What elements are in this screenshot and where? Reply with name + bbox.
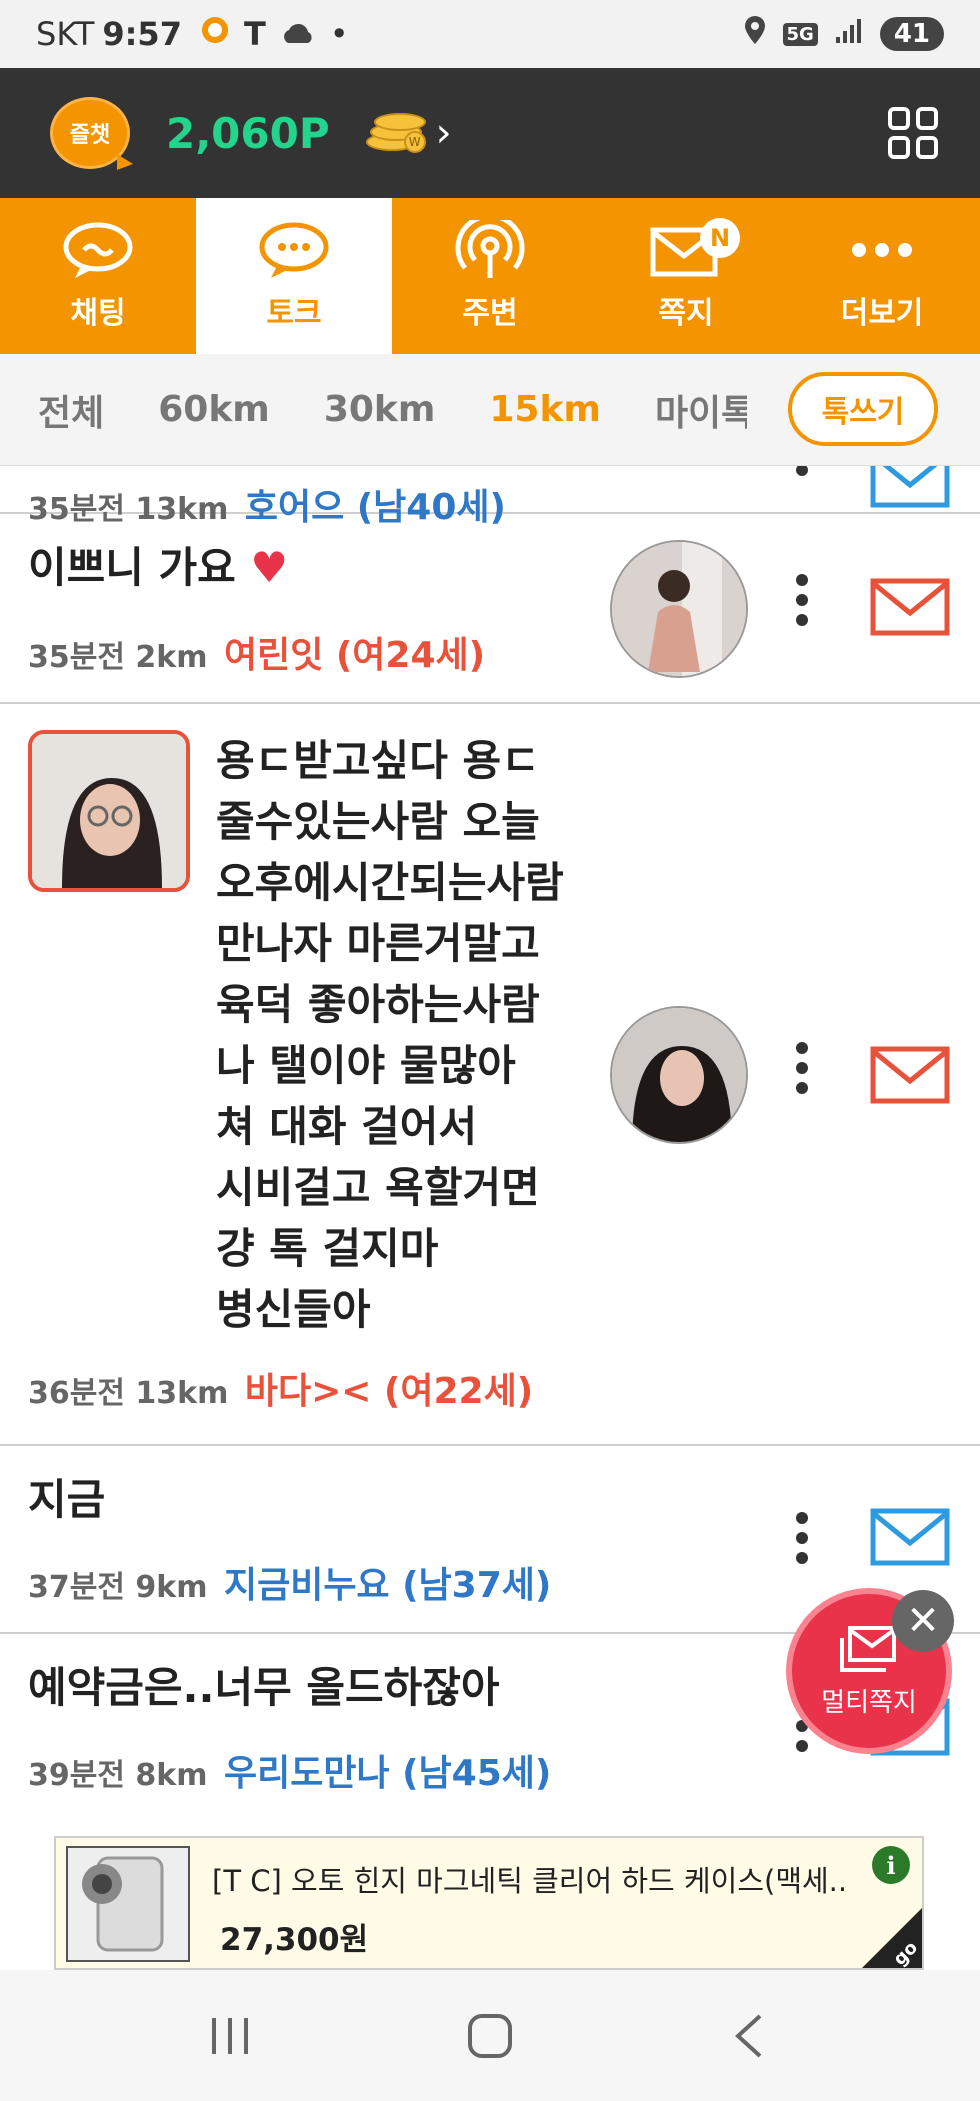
t-app-icon: T <box>243 15 266 53</box>
cloud-icon <box>280 15 316 53</box>
home-icon[interactable] <box>460 2006 520 2066</box>
ad-product-image[interactable] <box>66 1846 190 1962</box>
distance-filter-bar: 전체 60km 30km 15km 마이톡 톡쓰기 <box>0 354 980 466</box>
post-meta: 37분전 9km 지금비누요 (남37세) <box>28 1556 551 1608</box>
send-message-icon[interactable] <box>870 466 950 508</box>
post-line: 쳐 대화 걸어서 <box>216 1102 478 1151</box>
dot-icon: • <box>329 15 349 53</box>
close-icon[interactable]: ✕ <box>892 1590 954 1652</box>
post-distance: 2km <box>135 640 208 675</box>
tab-message-label: 쪽지 <box>658 296 714 331</box>
tab-chat[interactable]: 채팅 <box>0 198 196 354</box>
post-distance: 9km <box>135 1570 208 1605</box>
more-options-icon[interactable] <box>796 466 808 476</box>
app-header: 즐챗 2,060P W › <box>0 68 980 198</box>
post-time: 35분전 <box>28 640 125 675</box>
filter-30km[interactable]: 30km <box>324 389 436 430</box>
status-bar: SKT 9:57 T • 5G 41 <box>0 0 980 68</box>
chat-bubble-dots-icon <box>259 222 329 278</box>
filter-my-talk[interactable]: 마이톡 <box>655 384 747 436</box>
post-title: 지금 <box>28 1475 106 1524</box>
more-options-icon[interactable] <box>796 574 808 626</box>
post-meta: 36분전 13km 바다>< (여22세) <box>28 1362 533 1414</box>
battery-indicator: 41 <box>879 17 944 51</box>
filter-15km[interactable]: 15km <box>489 389 601 430</box>
filter-60km[interactable]: 60km <box>158 389 270 430</box>
broadcast-icon <box>455 220 525 278</box>
post-distance: 13km <box>135 1376 229 1411</box>
send-message-icon[interactable] <box>870 1508 950 1566</box>
list-item[interactable]: 이쁘니 가요 ♥ 35분전 2km 여린잇 (여24세) <box>0 514 980 704</box>
post-line: 육덕 좋아하는사람 <box>216 980 540 1029</box>
post-body: 용ㄷ받고싶다 용ㄷ 줄수있는사람 오늘 오후에시간되는사람 만나자 마른거말고 … <box>216 730 564 1340</box>
ad-title[interactable]: [T C] 오토 힌지 마그네틱 클리어 하드 케이스(맥세.. <box>212 1858 852 1900</box>
avatar[interactable] <box>610 1006 748 1144</box>
tab-nearby-label: 주변 <box>462 296 518 331</box>
app-notification-icon <box>200 15 230 53</box>
system-nav-bar <box>0 1970 980 2101</box>
post-nickname[interactable]: 여린잇 (여24세) <box>224 635 485 676</box>
new-message-badge: N <box>700 218 740 258</box>
multi-message-label: 멀티쪽지 <box>821 1687 917 1718</box>
clock: 9:57 <box>102 15 182 53</box>
post-meta: 35분전 2km 여린잇 (여24세) <box>28 626 485 678</box>
avatar[interactable] <box>610 540 748 678</box>
filter-all[interactable]: 전체 <box>38 384 104 436</box>
post-line: 줄수있는사람 오늘 <box>216 797 540 846</box>
post-nickname[interactable]: 지금비누요 (남37세) <box>224 1565 551 1606</box>
more-options-icon[interactable] <box>796 1512 808 1564</box>
list-item[interactable]: 35분전 13km 호어으 (남40세) <box>0 466 980 528</box>
post-nickname[interactable]: 우리도만나 (남45세) <box>224 1753 551 1794</box>
chat-bubble-wave-icon <box>63 222 133 278</box>
tab-talk-label: 토크 <box>266 296 322 331</box>
multi-envelope-icon <box>840 1625 896 1672</box>
location-icon <box>743 14 767 54</box>
tab-chat-label: 채팅 <box>70 296 126 331</box>
post-line: 걍 톡 걸지마 <box>216 1224 439 1273</box>
app-logo[interactable]: 즐챗 <box>50 97 133 170</box>
signal-icon <box>834 15 864 53</box>
post-photo[interactable] <box>28 730 190 892</box>
post-title: 이쁘니 가요 ♥ <box>28 538 288 599</box>
post-distance: 8km <box>135 1758 208 1793</box>
recent-apps-icon[interactable] <box>200 2006 260 2066</box>
post-line: 용ㄷ받고싶다 용ㄷ <box>216 736 540 785</box>
points-balance[interactable]: 2,060P <box>166 109 330 158</box>
points-chevron-icon[interactable]: › <box>436 110 452 156</box>
network-5g-icon: 5G <box>782 22 818 46</box>
write-talk-button[interactable]: 톡쓰기 <box>788 372 938 446</box>
tab-nearby[interactable]: 주변 <box>392 198 588 354</box>
send-message-icon[interactable] <box>870 1046 950 1104</box>
list-item[interactable]: 용ㄷ받고싶다 용ㄷ 줄수있는사람 오늘 오후에시간되는사람 만나자 마른거말고 … <box>0 704 980 1446</box>
post-title: 예약금은..너무 올드하잖아 <box>28 1663 500 1712</box>
post-time: 39분전 <box>28 1758 125 1793</box>
post-meta: 39분전 8km 우리도만나 (남45세) <box>28 1744 551 1796</box>
post-title-text: 이쁘니 가요 <box>28 543 236 592</box>
info-icon[interactable]: i <box>872 1846 910 1884</box>
post-line: 만나자 마른거말고 <box>216 919 540 968</box>
post-time: 36분전 <box>28 1376 125 1411</box>
send-message-icon[interactable] <box>870 578 950 636</box>
post-time: 37분전 <box>28 1570 125 1605</box>
more-dots-icon <box>852 243 912 257</box>
ad-price: 27,300원 <box>220 1922 369 1958</box>
post-nickname[interactable]: 바다>< (여22세) <box>245 1371 533 1412</box>
ad-banner[interactable]: [T C] 오토 힌지 마그네틱 클리어 하드 케이스(맥세.. 27,300원… <box>54 1836 924 1970</box>
carrier-label: SKT <box>36 15 95 53</box>
back-icon[interactable] <box>720 2006 780 2066</box>
main-tabs: 채팅 토크 주변 N 쪽지 더보기 <box>0 198 980 354</box>
heart-icon: ♥ <box>250 543 289 592</box>
grid-menu-icon[interactable] <box>888 107 940 159</box>
post-line: 나 탤이야 물많아 <box>216 1041 516 1090</box>
post-line: 오후에시간되는사람 <box>216 858 564 907</box>
tab-more[interactable]: 더보기 <box>784 198 980 354</box>
tab-more-label: 더보기 <box>840 296 924 331</box>
tab-message[interactable]: N 쪽지 <box>588 198 784 354</box>
coins-icon[interactable]: W <box>360 111 430 155</box>
more-options-icon[interactable] <box>796 1042 808 1094</box>
tab-talk[interactable]: 토크 <box>196 198 392 354</box>
post-line: 시비걸고 욕할거면 <box>216 1163 540 1212</box>
post-line: 병신들아 <box>216 1285 371 1334</box>
